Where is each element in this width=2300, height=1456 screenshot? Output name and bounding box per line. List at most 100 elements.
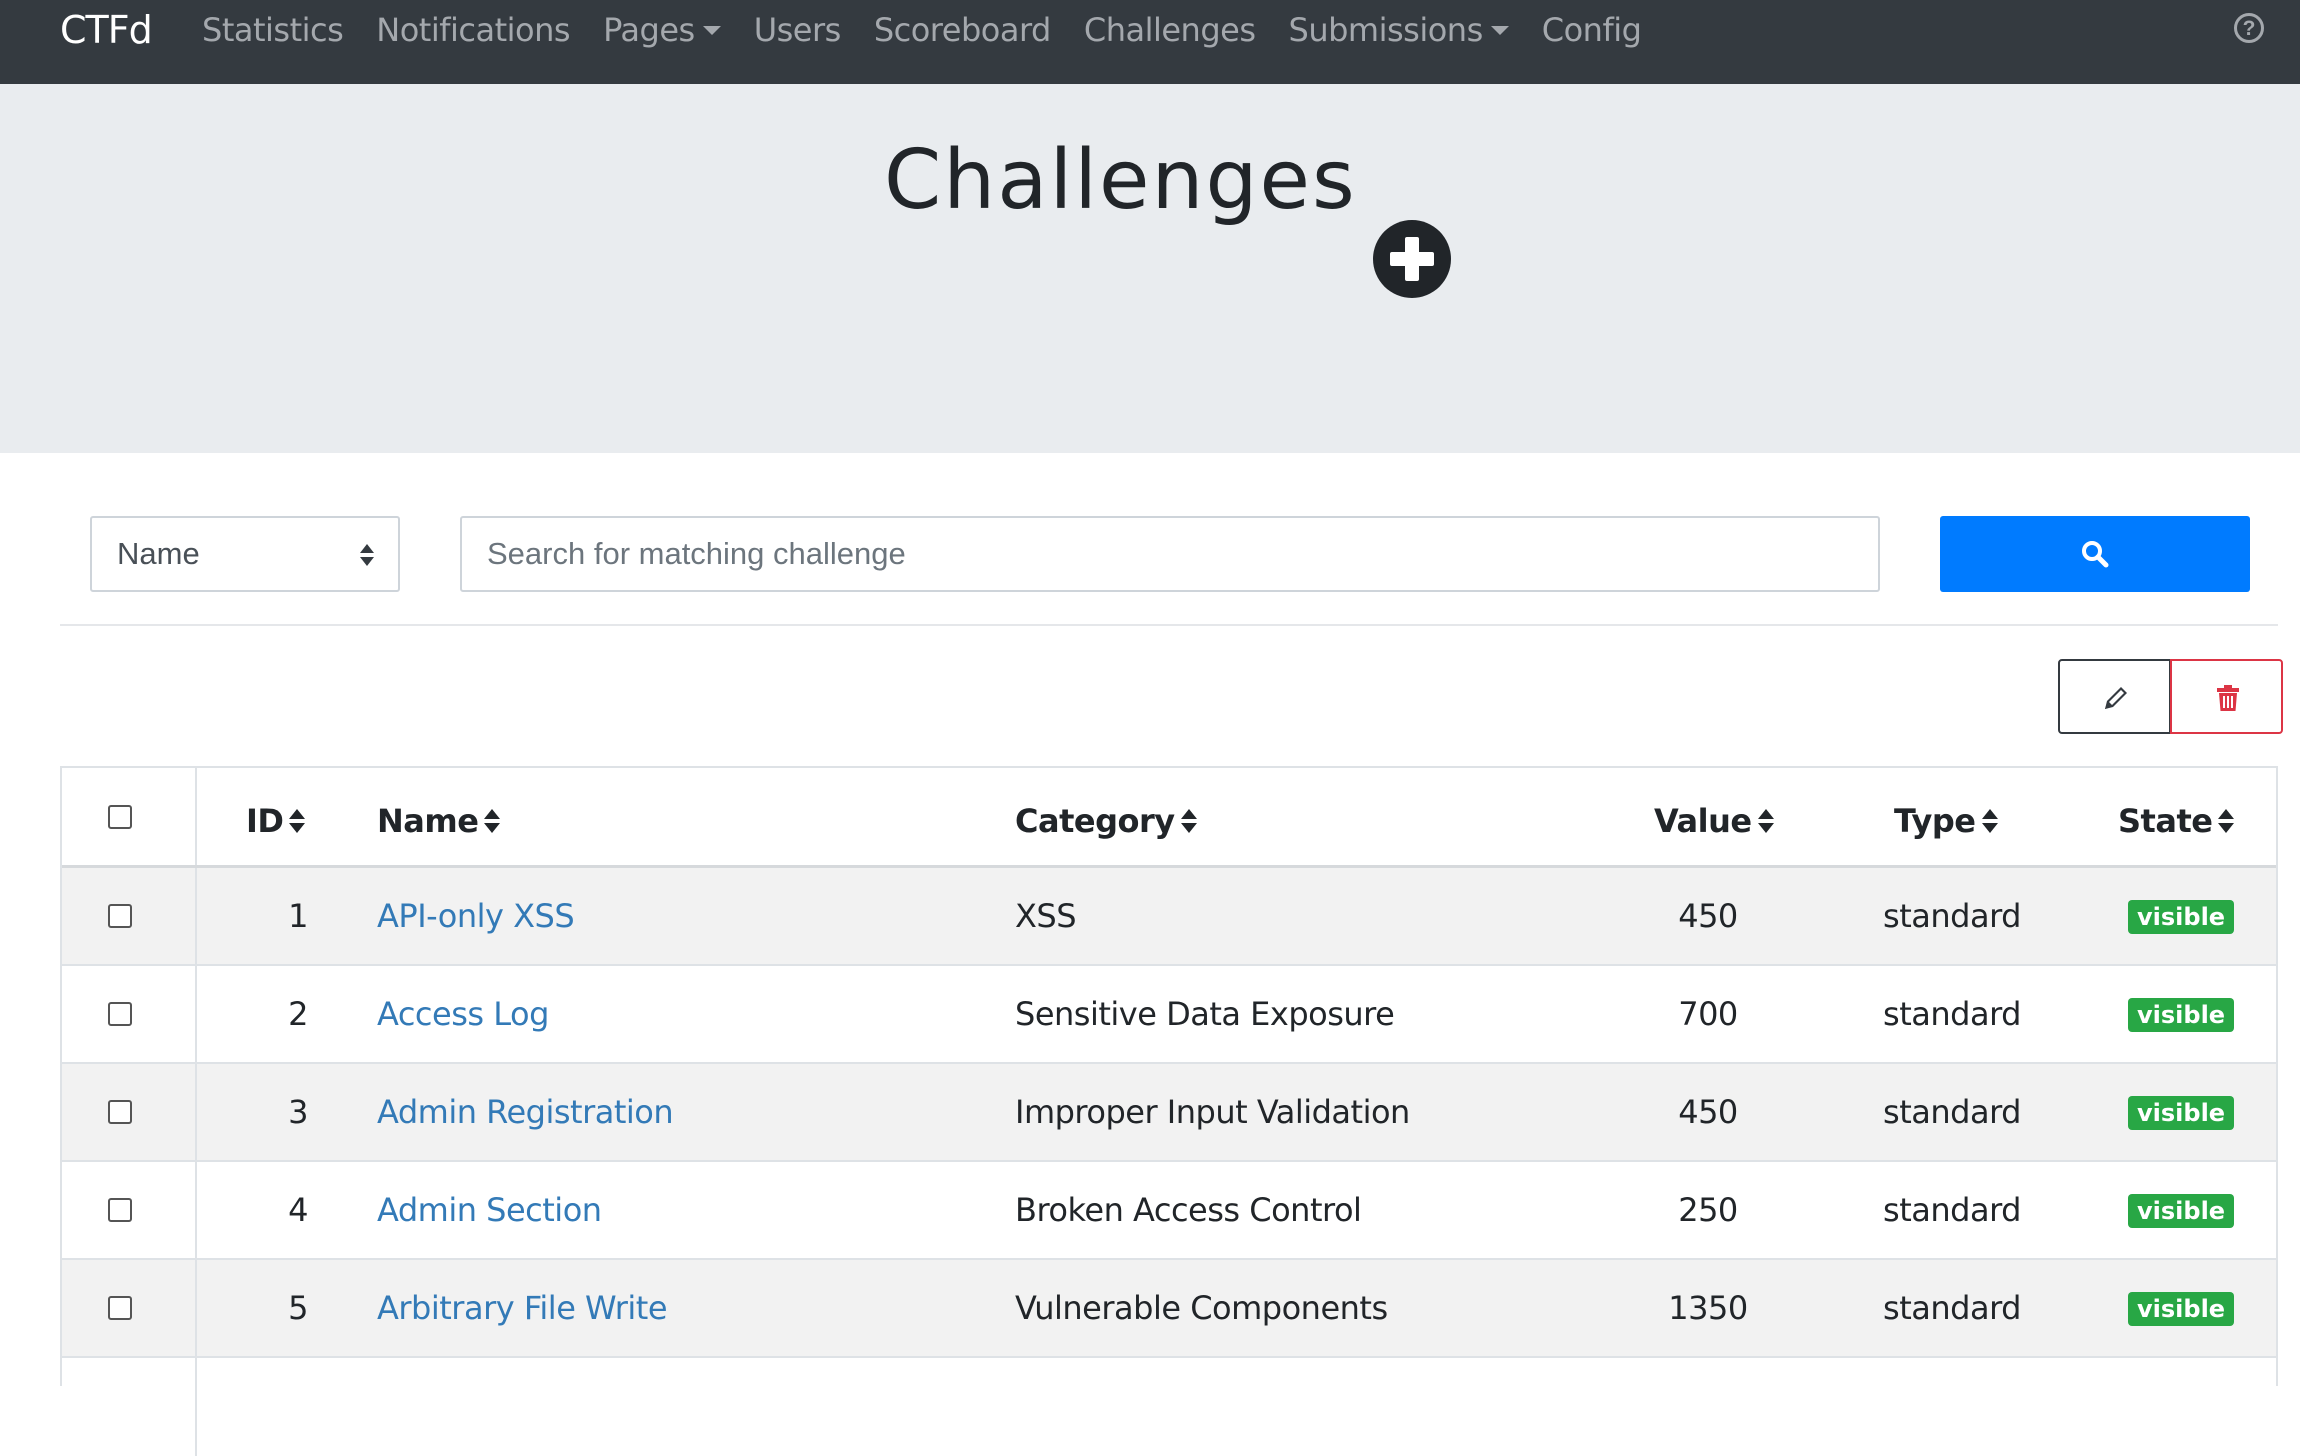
- page-title: Challenges: [884, 133, 1357, 228]
- column-header-type[interactable]: Type: [1894, 802, 1998, 840]
- column-type-label: Type: [1894, 802, 1976, 840]
- bulk-edit-button[interactable]: [2058, 659, 2171, 734]
- row-checkbox[interactable]: [108, 1100, 132, 1124]
- sort-icon: [1981, 808, 1998, 834]
- column-name-label: Name: [377, 802, 479, 840]
- caret-down-icon: [1490, 25, 1509, 35]
- sort-icon: [484, 808, 501, 834]
- row-checkbox[interactable]: [108, 1002, 132, 1026]
- bulk-delete-button[interactable]: [2170, 659, 2283, 734]
- nav-pages-label: Pages: [603, 11, 695, 49]
- table-row[interactable]: [62, 1358, 2276, 1456]
- plus-circle-icon[interactable]: [1373, 220, 1451, 298]
- status-badge: visible: [2128, 1194, 2235, 1228]
- cell-id: 1: [288, 897, 308, 935]
- sort-icon: [1757, 808, 1774, 834]
- brand-logo[interactable]: CTFd: [60, 6, 153, 54]
- row-check-cell: [62, 1358, 197, 1456]
- column-category-label: Category: [1015, 802, 1175, 840]
- sort-icon: [289, 808, 306, 834]
- nav-challenges-label: Challenges: [1083, 11, 1256, 49]
- search-button[interactable]: [1940, 516, 2250, 592]
- search-field-selected: Name: [117, 536, 200, 571]
- status-badge: visible: [2128, 1096, 2235, 1130]
- nav-statistics-label: Statistics: [202, 11, 344, 49]
- nav-pages-dropdown[interactable]: Pages: [603, 11, 721, 49]
- cell-type: standard: [1883, 995, 2021, 1033]
- table-header-row: ID Name Category Value Type State: [62, 768, 2276, 868]
- row-check-cell: [62, 868, 197, 964]
- divider: [60, 624, 2278, 626]
- nav-notifications[interactable]: Notifications: [376, 11, 570, 49]
- status-badge: visible: [2128, 998, 2235, 1032]
- nav-scoreboard-label: Scoreboard: [873, 11, 1052, 49]
- search-icon: [2082, 541, 2109, 568]
- nav-scoreboard[interactable]: Scoreboard: [873, 11, 1052, 49]
- cell-type: standard: [1883, 1289, 2021, 1327]
- sort-icon: [1180, 808, 1197, 834]
- pencil-icon: [2105, 687, 2127, 709]
- select-all-cell: [62, 768, 197, 865]
- column-header-id[interactable]: ID: [246, 802, 306, 840]
- nav-statistics[interactable]: Statistics: [202, 11, 344, 49]
- caret-down-icon: [702, 25, 721, 35]
- nav-users-label: Users: [753, 11, 842, 49]
- status-badge: visible: [2128, 900, 2235, 934]
- cell-id: 2: [288, 995, 308, 1033]
- select-arrows-icon: [360, 544, 374, 566]
- challenge-name-link[interactable]: Access Log: [377, 995, 549, 1033]
- table-row[interactable]: 5 Arbitrary File Write Vulnerable Compon…: [62, 1260, 2276, 1358]
- row-checkbox[interactable]: [108, 1198, 132, 1222]
- cell-value: 450: [1678, 897, 1738, 935]
- row-check-cell: [62, 1064, 197, 1160]
- status-badge: visible: [2128, 1292, 2235, 1326]
- search-input[interactable]: [460, 516, 1880, 592]
- question-circle-icon[interactable]: ?: [2234, 13, 2264, 43]
- table-row[interactable]: 3 Admin Registration Improper Input Vali…: [62, 1064, 2276, 1162]
- row-checkbox[interactable]: [108, 1296, 132, 1320]
- nav-config-label: Config: [1541, 11, 1642, 49]
- nav-config[interactable]: Config: [1542, 11, 1642, 49]
- select-all-checkbox[interactable]: [108, 805, 132, 829]
- cell-value: 700: [1678, 995, 1738, 1033]
- nav-users[interactable]: Users: [753, 11, 842, 49]
- column-header-name[interactable]: Name: [377, 802, 501, 840]
- cell-category: Sensitive Data Exposure: [1015, 995, 1395, 1033]
- cell-type: standard: [1883, 1191, 2021, 1229]
- nav-submissions-label: Submissions: [1288, 11, 1484, 49]
- cell-value: 1350: [1668, 1289, 1748, 1327]
- challenge-name-link[interactable]: API-only XSS: [377, 897, 575, 935]
- cell-value: 450: [1678, 1093, 1738, 1131]
- cell-category: Broken Access Control: [1015, 1191, 1362, 1229]
- cell-id: 4: [288, 1191, 308, 1229]
- cell-category: Vulnerable Components: [1015, 1289, 1388, 1327]
- nav-challenges[interactable]: Challenges: [1084, 11, 1256, 49]
- trash-icon: [2217, 685, 2239, 711]
- column-header-value[interactable]: Value: [1654, 802, 1774, 840]
- challenges-table: ID Name Category Value Type State 1 API-…: [60, 766, 2278, 1456]
- nav-notifications-label: Notifications: [376, 11, 571, 49]
- top-navbar: CTFd Statistics Notifications Pages User…: [0, 0, 2300, 84]
- challenge-name-link[interactable]: Admin Section: [377, 1191, 602, 1229]
- cell-value: 250: [1678, 1191, 1738, 1229]
- cell-type: standard: [1883, 897, 2021, 935]
- search-field-select[interactable]: Name: [90, 516, 400, 592]
- row-checkbox[interactable]: [108, 904, 132, 928]
- row-check-cell: [62, 966, 197, 1062]
- cell-type: standard: [1883, 1093, 2021, 1131]
- column-header-category[interactable]: Category: [1015, 802, 1197, 840]
- challenge-name-link[interactable]: Admin Registration: [377, 1093, 674, 1131]
- nav-submissions-dropdown[interactable]: Submissions: [1289, 11, 1509, 49]
- column-state-label: State: [2118, 802, 2213, 840]
- column-header-state[interactable]: State: [2118, 802, 2235, 840]
- row-check-cell: [62, 1162, 197, 1258]
- sort-icon: [2218, 808, 2235, 834]
- cell-category: XSS: [1015, 897, 1077, 935]
- cell-id: 3: [288, 1093, 308, 1131]
- table-row[interactable]: 1 API-only XSS XSS 450 standard visible: [62, 868, 2276, 966]
- row-check-cell: [62, 1260, 197, 1356]
- challenge-name-link[interactable]: Arbitrary File Write: [377, 1289, 668, 1327]
- table-row[interactable]: 4 Admin Section Broken Access Control 25…: [62, 1162, 2276, 1260]
- column-value-label: Value: [1654, 802, 1752, 840]
- table-row[interactable]: 2 Access Log Sensitive Data Exposure 700…: [62, 966, 2276, 1064]
